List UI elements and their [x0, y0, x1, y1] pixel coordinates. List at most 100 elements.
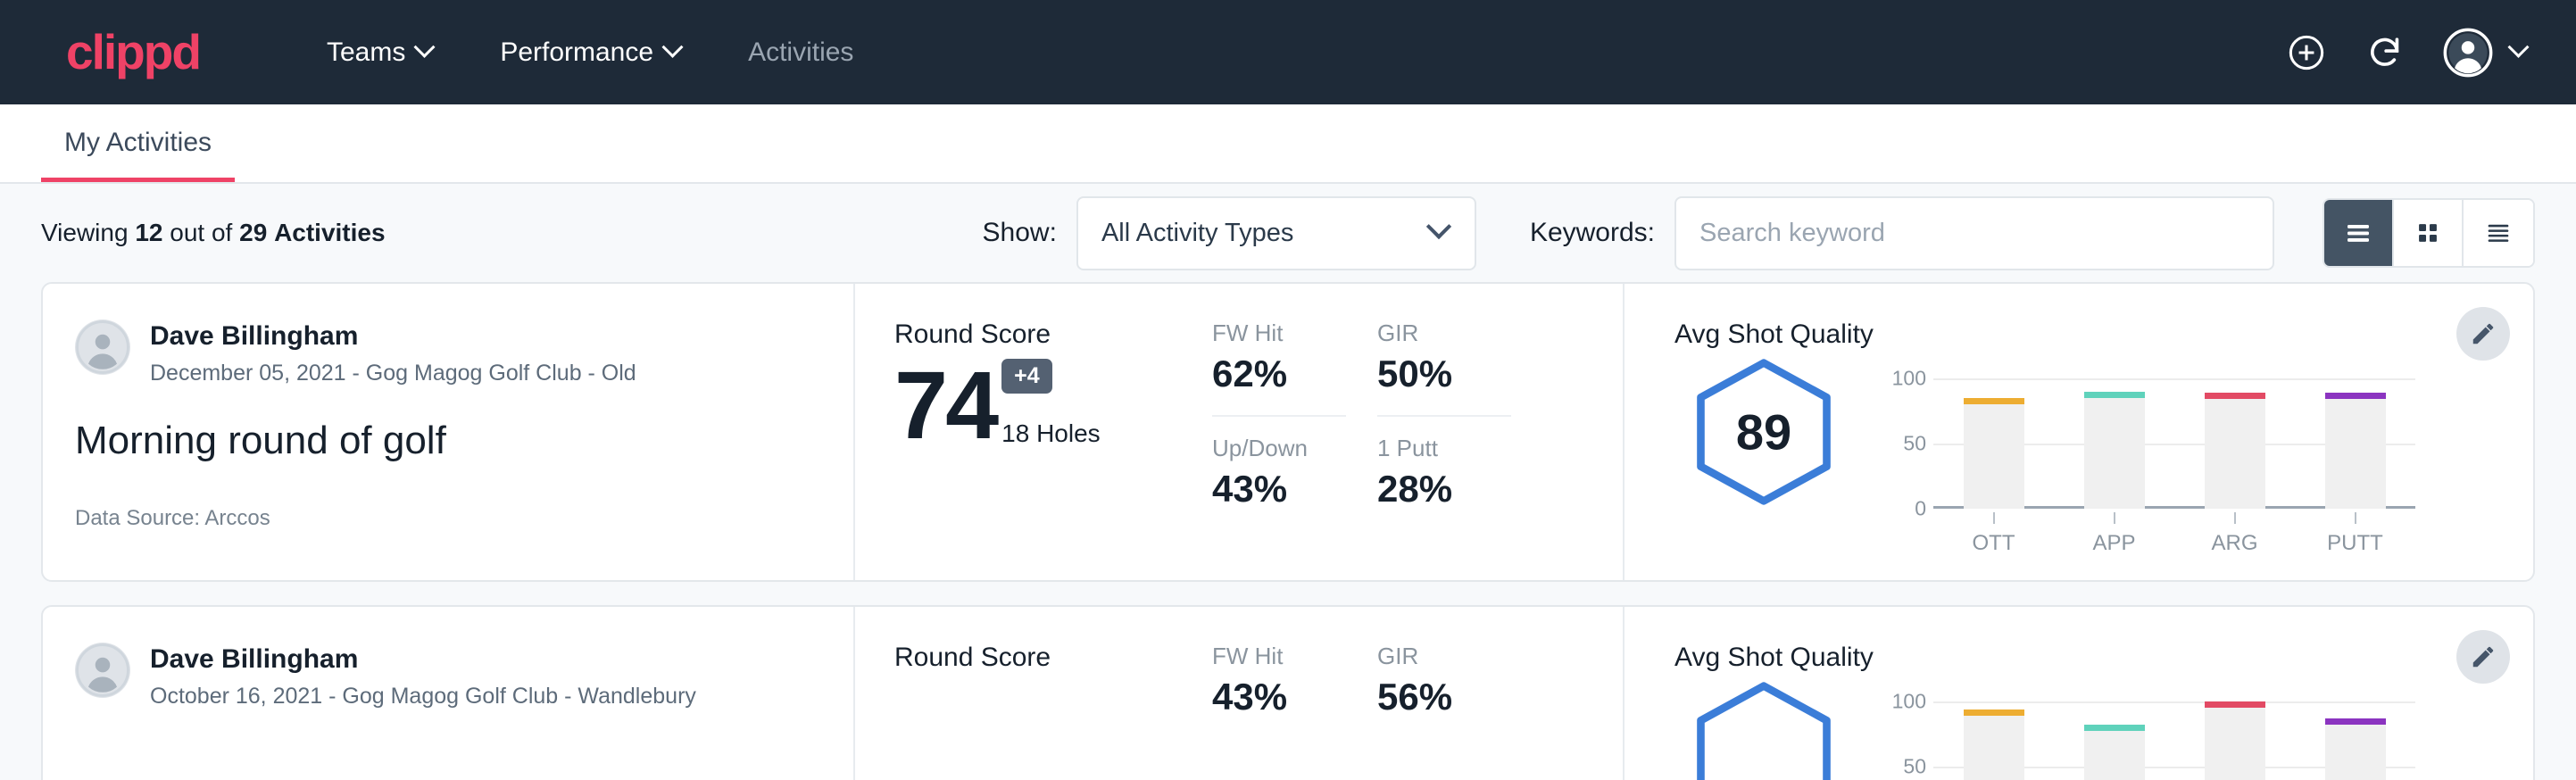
x-label-ott: OTT	[1933, 531, 2054, 556]
activity-user-meta: October 16, 2021 - Gog Magog Golf Club -…	[150, 684, 696, 709]
edit-activity-button[interactable]	[2456, 307, 2510, 361]
bar-arg: 106	[2174, 701, 2295, 780]
bar-cap-arg	[2205, 701, 2265, 708]
stat-label-gir: GIR	[1377, 643, 1542, 670]
user-menu[interactable]	[2443, 28, 2526, 78]
stat-group-right: GIR 50% 1 Putt 28%	[1377, 319, 1542, 580]
avg-shot-quality-body: 89 100 50 0 85	[1674, 355, 2533, 525]
chart-y-axis: 100 50 0	[1885, 701, 1933, 780]
x-label-putt: PUTT	[2295, 531, 2415, 556]
top-navigation-bar: clippd Teams Performance Activities	[0, 0, 2576, 104]
avg-shot-quality-body: 100 50 0 94	[1674, 678, 2533, 780]
quality-hexagon	[1674, 678, 1853, 780]
viewing-count-text: Viewing 12 out of 29 Activities	[41, 219, 386, 247]
stat-group-right: GIR 56%	[1377, 643, 1542, 780]
tab-my-activities[interactable]: My Activities	[41, 128, 235, 182]
avg-shot-quality-label: Avg Shot Quality	[1674, 643, 2533, 673]
view-mode-list-compact[interactable]	[2324, 200, 2394, 266]
activity-card[interactable]: Dave Billingham December 05, 2021 - Gog …	[41, 282, 2535, 582]
bar-putt: 87	[2295, 701, 2415, 780]
round-score-row: 74 +4 18 Holes	[894, 359, 1212, 452]
add-circle-icon[interactable]	[2286, 32, 2327, 73]
nav-item-performance-label: Performance	[500, 37, 653, 68]
x-tick	[2114, 512, 2115, 524]
round-score-value: 74	[894, 360, 996, 452]
rows-icon	[2342, 217, 2374, 249]
stat-value-fw-hit: 43%	[1212, 676, 1377, 718]
bar-rect-arg	[2205, 393, 2265, 509]
activity-type-select[interactable]: All Activity Types	[1076, 196, 1476, 270]
viewing-count: 12	[135, 219, 162, 246]
round-score-column: Round Score 74 +4 18 Holes	[855, 284, 1212, 580]
edit-activity-button[interactable]	[2456, 630, 2510, 684]
y-tick-100: 100	[1892, 690, 1926, 714]
nav-item-activities[interactable]: Activities	[714, 37, 887, 68]
activity-user-meta: December 05, 2021 - Gog Magog Golf Club …	[150, 361, 636, 386]
avg-shot-quality-column: Avg Shot Quality 89 100 50 0	[1623, 284, 2533, 580]
pencil-icon	[2470, 320, 2497, 347]
activity-user-text: Dave Billingham December 05, 2021 - Gog …	[150, 319, 636, 386]
nav-item-activities-label: Activities	[748, 37, 853, 68]
clippd-logo[interactable]: clippd	[66, 28, 200, 77]
chevron-down-icon	[2507, 37, 2529, 58]
bar-cap-arg	[2205, 393, 2265, 399]
shot-quality-bar-chart: 100 50 0 85	[1885, 355, 2415, 525]
x-label-app: APP	[2054, 531, 2174, 556]
chart-bars: 85 90	[1933, 378, 2415, 509]
viewing-middle: out of	[170, 219, 232, 246]
stat-label-fw-hit: FW Hit	[1212, 319, 1377, 347]
bar-rect-putt	[2325, 718, 2386, 780]
x-label-putt-cell: PUTT	[2295, 512, 2415, 556]
nav-item-performance[interactable]: Performance	[466, 37, 714, 68]
holes-played: 18 Holes	[1001, 419, 1101, 448]
activity-user-name: Dave Billingham	[150, 643, 696, 676]
search-input-placeholder: Search keyword	[1699, 219, 1885, 248]
viewing-total: 29	[239, 219, 267, 246]
bar-cap-app	[2084, 725, 2145, 731]
round-score-side: +4 18 Holes	[1001, 359, 1101, 452]
avg-shot-quality-label: Avg Shot Quality	[1674, 319, 2533, 350]
nav-item-teams-label: Teams	[327, 37, 405, 68]
stat-label-1-putt: 1 Putt	[1377, 435, 1542, 462]
main-nav-items: Teams Performance Activities	[293, 37, 887, 68]
activity-info-column: Dave Billingham October 16, 2021 - Gog M…	[43, 607, 855, 780]
stat-value-1-putt: 28%	[1377, 468, 1542, 510]
avatar	[75, 319, 130, 375]
chart-y-axis: 100 50 0	[1885, 378, 1933, 509]
bar-ott: 94	[1933, 701, 2054, 780]
view-mode-grid[interactable]	[2394, 200, 2464, 266]
stat-value-fw-hit: 62%	[1212, 353, 1377, 395]
keywords-label: Keywords:	[1530, 218, 1655, 248]
quality-hexagon: 89	[1674, 355, 1853, 509]
x-label-arg: ARG	[2174, 531, 2295, 556]
pencil-icon	[2470, 643, 2497, 670]
stat-label-gir: GIR	[1377, 319, 1542, 347]
page-body: Viewing 12 out of 29 Activities Show: Al…	[0, 184, 2576, 780]
user-avatar-icon	[75, 319, 130, 375]
activity-info-column: Dave Billingham December 05, 2021 - Gog …	[43, 284, 855, 580]
chart-bars: 94 82	[1933, 701, 2415, 780]
stat-label-up-down: Up/Down	[1212, 435, 1377, 462]
chart-plot-area: 94 82	[1933, 701, 2415, 780]
bar-putt: 89	[2295, 378, 2415, 509]
chevron-down-icon	[662, 37, 684, 58]
y-tick-50: 50	[1903, 755, 1926, 779]
activity-card[interactable]: Dave Billingham October 16, 2021 - Gog M…	[41, 605, 2535, 780]
activity-user-text: Dave Billingham October 16, 2021 - Gog M…	[150, 643, 696, 709]
nav-item-teams[interactable]: Teams	[293, 37, 466, 68]
activity-user-row: Dave Billingham December 05, 2021 - Gog …	[75, 319, 812, 386]
show-label: Show:	[983, 218, 1057, 248]
quality-score-value: 89	[1736, 403, 1791, 461]
bar-rect-arg	[2205, 701, 2265, 780]
bar-arg: 89	[2174, 378, 2295, 509]
avg-shot-quality-column: Avg Shot Quality 100 50 0	[1623, 607, 2533, 780]
activity-type-select-value: All Activity Types	[1101, 219, 1293, 248]
x-label-app-cell: APP	[2054, 512, 2174, 556]
search-input[interactable]: Search keyword	[1674, 196, 2274, 270]
view-mode-list-detail[interactable]	[2464, 200, 2533, 266]
refresh-icon[interactable]	[2364, 32, 2406, 73]
activity-data-source: Data Source: Arccos	[75, 506, 812, 531]
chevron-down-icon	[1426, 214, 1451, 239]
y-tick-100: 100	[1892, 367, 1926, 391]
y-tick-0: 0	[1915, 497, 1926, 521]
